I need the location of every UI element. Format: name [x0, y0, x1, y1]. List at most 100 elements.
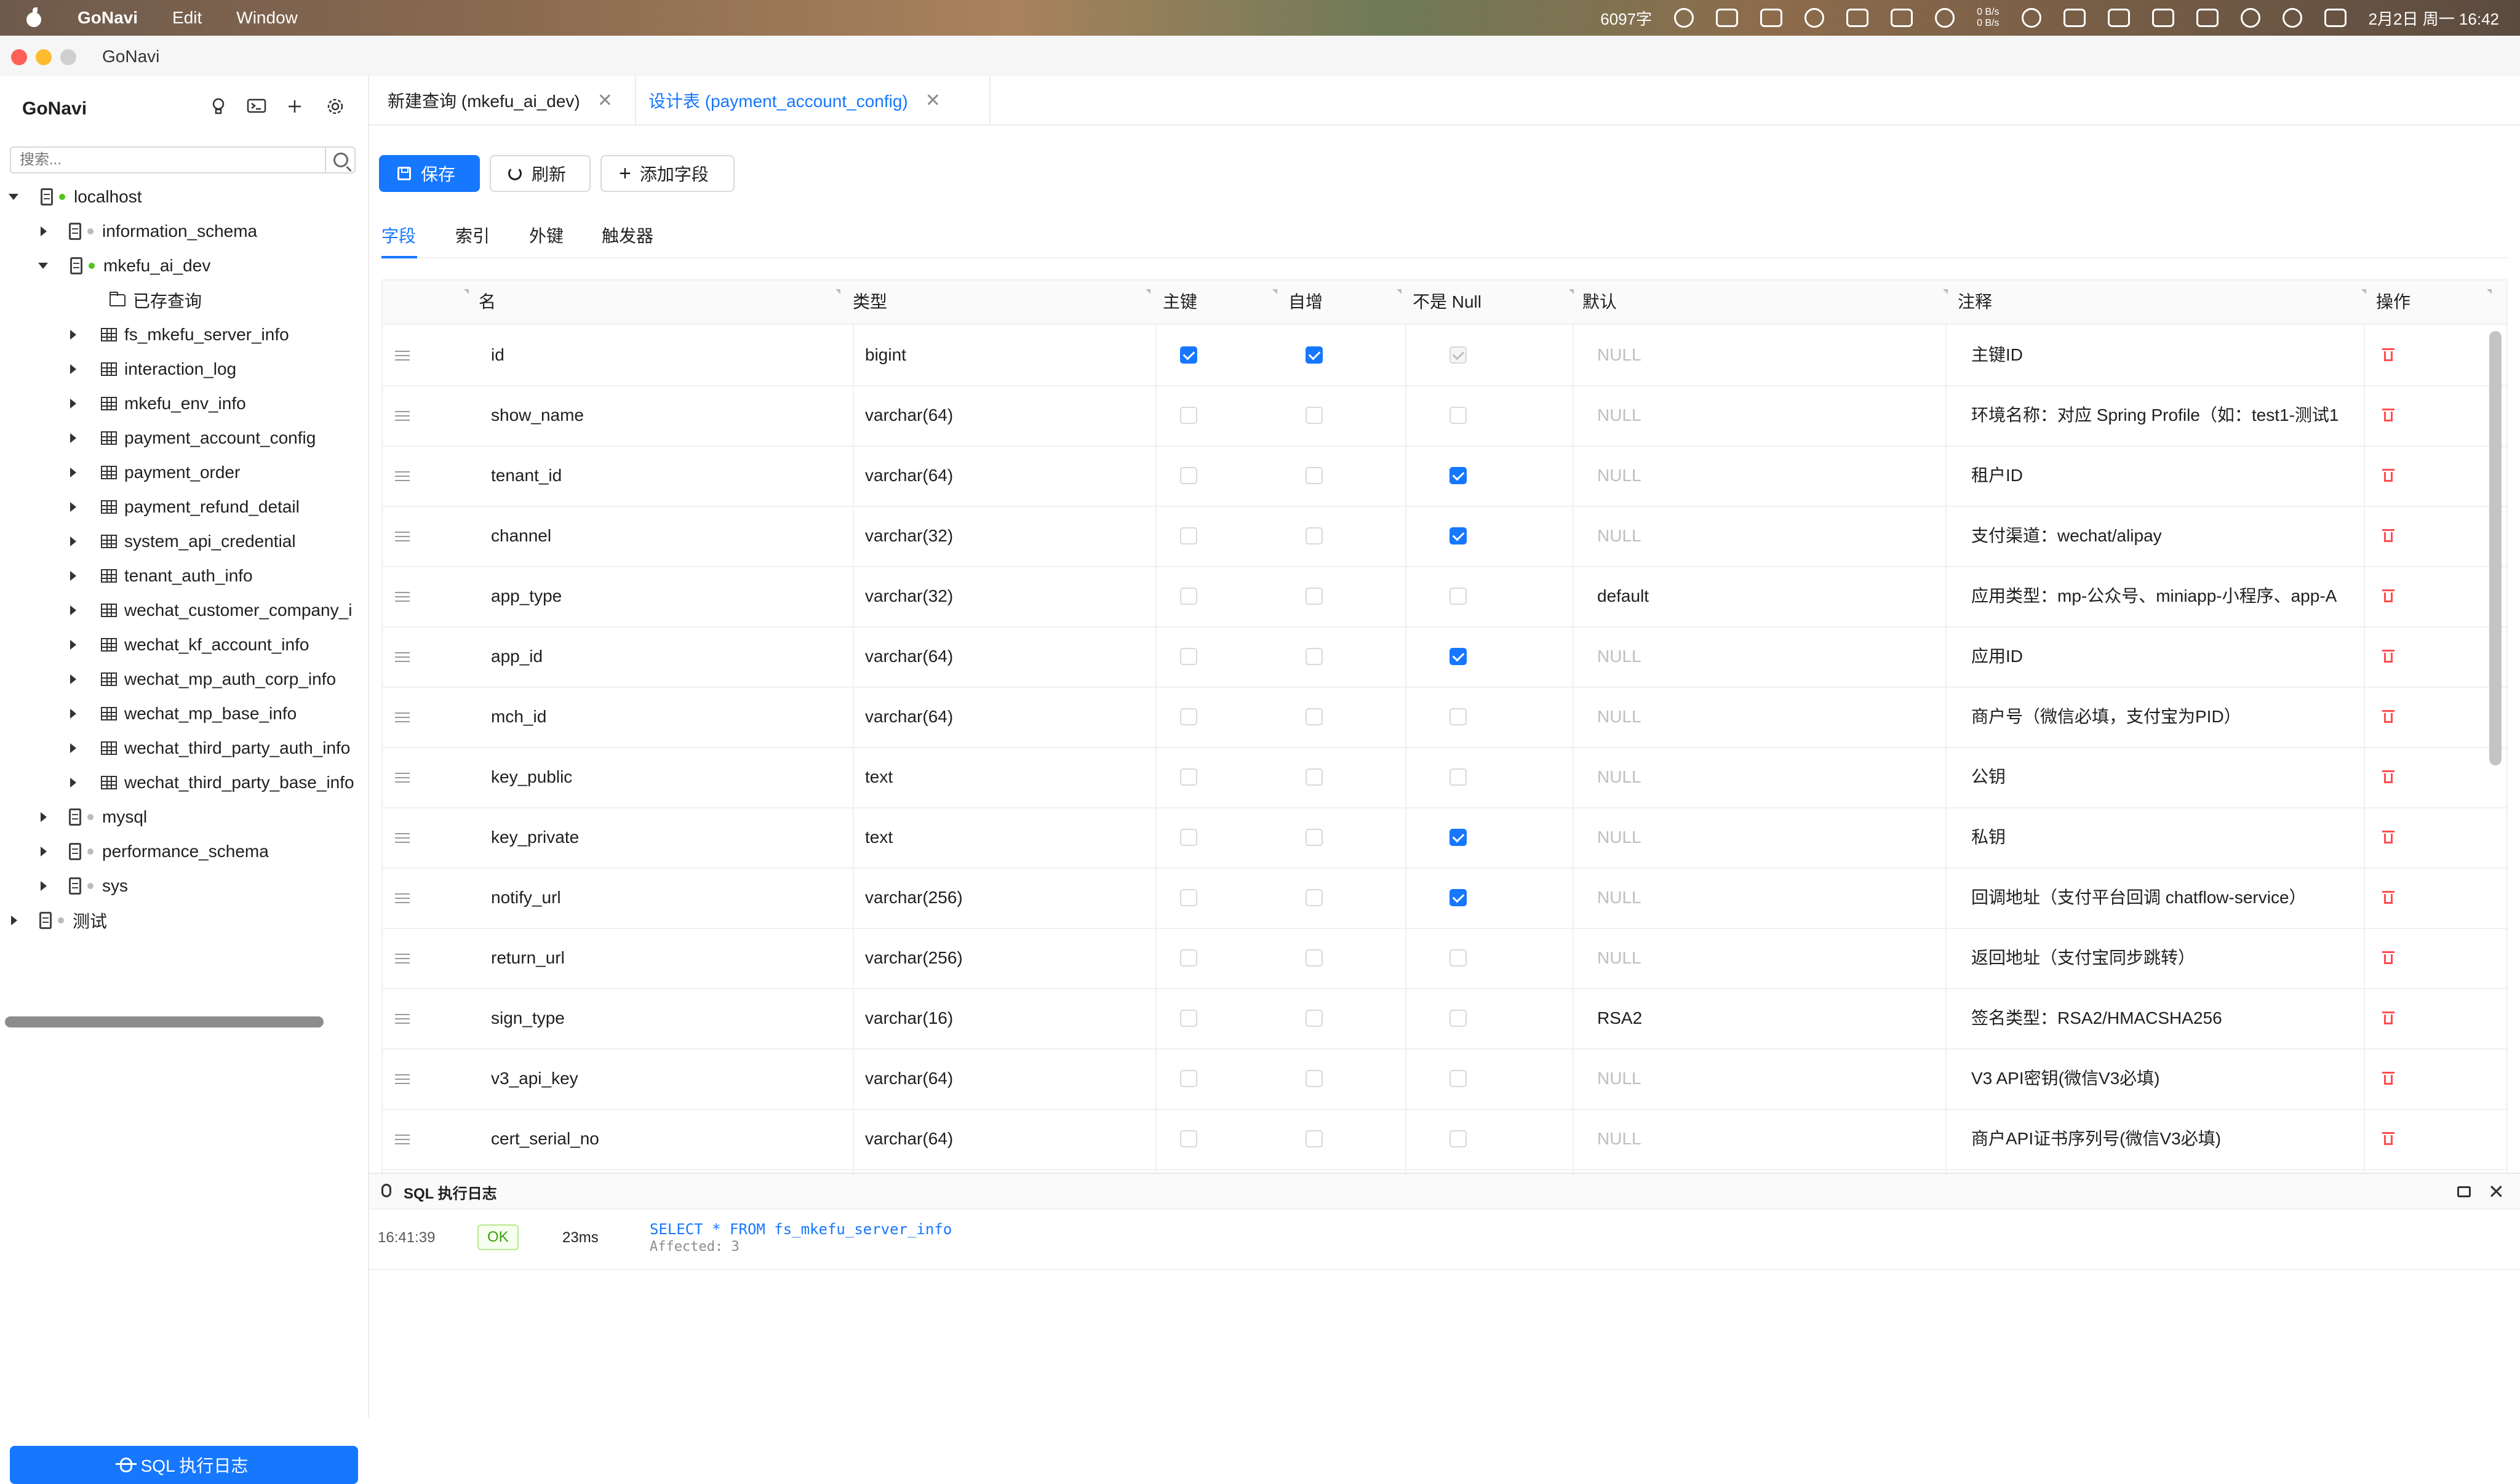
auto-increment-checkbox[interactable] [1306, 346, 1323, 364]
auto-increment-checkbox[interactable] [1306, 588, 1323, 605]
auto-increment-checkbox[interactable] [1306, 1130, 1323, 1147]
default-value-cell[interactable]: NULL [1597, 1048, 1929, 1109]
clear-log-icon[interactable] [2457, 1186, 2471, 1197]
table-row[interactable]: id bigint NULL 主键ID [383, 325, 2506, 386]
comment-cell[interactable]: 应用ID [1971, 626, 2356, 687]
tree-node-table[interactable]: wechat_mp_base_info [0, 696, 368, 731]
resize-handle[interactable] [464, 289, 469, 294]
delete-row-icon[interactable] [2382, 1071, 2394, 1085]
not-null-checkbox[interactable] [1449, 949, 1467, 967]
caret-right-icon[interactable] [11, 916, 17, 925]
caret-right-icon[interactable] [70, 674, 76, 684]
tree-node-table[interactable]: fs_mkefu_server_info [0, 317, 368, 352]
caret-right-icon[interactable] [70, 330, 76, 340]
tree-node-table[interactable]: system_api_credential [0, 524, 368, 559]
field-type-cell[interactable]: varchar(64) [865, 1048, 1148, 1109]
col-header-pk[interactable]: 主键 [1155, 281, 1205, 324]
drag-handle-icon[interactable] [395, 954, 410, 963]
tree-node-localhost[interactable]: localhost [0, 180, 368, 214]
default-value-cell[interactable]: NULL [1597, 325, 1929, 385]
subtab-triggers[interactable]: 触发器 [602, 223, 653, 247]
not-null-checkbox[interactable] [1449, 889, 1467, 906]
default-value-cell[interactable]: NULL [1597, 385, 1929, 445]
delete-row-icon[interactable] [2382, 588, 2394, 603]
comment-cell[interactable]: 回调地址（支付平台回调 chatflow-service） [1971, 868, 2356, 928]
drag-handle-icon[interactable] [395, 773, 410, 783]
spotlight-icon[interactable] [2282, 8, 2302, 28]
delete-row-icon[interactable] [2382, 769, 2394, 784]
caret-right-icon[interactable] [41, 812, 47, 822]
wechat-icon[interactable] [1804, 8, 1825, 28]
pk-checkbox[interactable] [1180, 527, 1197, 545]
caret-right-icon[interactable] [41, 881, 47, 891]
table-row[interactable]: v3_api_key varchar(64) NULL V3 API密钥(微信V3必填… [383, 1048, 2506, 1110]
subtab-indexes[interactable]: 索引 [455, 223, 490, 247]
caret-right-icon[interactable] [70, 364, 76, 374]
caret-down-icon[interactable] [38, 263, 48, 269]
table-row[interactable]: return_url varchar(256) NULL 返回地址（支付宝同步跳转） [383, 928, 2506, 989]
pk-checkbox[interactable] [1180, 1070, 1197, 1087]
field-type-cell[interactable]: varchar(32) [865, 566, 1148, 626]
resize-handle[interactable] [1397, 289, 1402, 294]
resize-handle[interactable] [1272, 289, 1277, 294]
drag-handle-icon[interactable] [395, 1014, 410, 1024]
drag-handle-icon[interactable] [395, 532, 410, 541]
pk-checkbox[interactable] [1180, 1010, 1197, 1027]
tree-node-table[interactable]: wechat_mp_auth_corp_info [0, 662, 368, 696]
field-name-cell[interactable]: v3_api_key [491, 1048, 835, 1109]
caret-right-icon[interactable] [70, 709, 76, 719]
field-name-cell[interactable]: mch_id [491, 687, 835, 747]
field-type-cell[interactable]: text [865, 807, 1148, 868]
not-null-checkbox[interactable] [1449, 708, 1467, 725]
resize-handle[interactable] [2361, 289, 2366, 294]
add-field-button[interactable]: + 添加字段 [600, 155, 735, 192]
apple-icon[interactable] [25, 7, 43, 28]
delete-row-icon[interactable] [2382, 468, 2394, 482]
refresh-button[interactable]: 刷新 [490, 155, 591, 192]
auto-increment-checkbox[interactable] [1306, 467, 1323, 484]
input-method-icon[interactable] [1716, 9, 1739, 27]
comment-cell[interactable]: V3 API密钥(微信V3必填) [1971, 1048, 2356, 1109]
field-name-cell[interactable]: cert_serial_no [491, 1109, 835, 1169]
drag-handle-icon[interactable] [395, 712, 410, 722]
table-row[interactable]: app_type varchar(32) default 应用类型：mp-公众号、mi… [383, 566, 2506, 628]
drag-handle-icon[interactable] [395, 351, 410, 361]
drag-handle-icon[interactable] [395, 833, 410, 843]
close-tab-icon[interactable]: ✕ [597, 90, 613, 111]
menu-app-name[interactable]: GoNavi [78, 8, 138, 28]
grid-vertical-scrollbar[interactable] [2489, 331, 2502, 765]
default-value-cell[interactable]: NULL [1597, 687, 1929, 747]
drag-handle-icon[interactable] [395, 1074, 410, 1084]
drag-handle-icon[interactable] [395, 893, 410, 903]
pk-checkbox[interactable] [1180, 467, 1197, 484]
field-type-cell[interactable]: varchar(64) [865, 687, 1148, 747]
field-name-cell[interactable]: id [491, 325, 835, 385]
field-name-cell[interactable]: key_private [491, 807, 835, 868]
drag-handle-icon[interactable] [395, 592, 410, 602]
field-type-cell[interactable]: varchar(16) [865, 988, 1148, 1048]
save-button[interactable]: 保存 [379, 155, 480, 192]
tree-node-table[interactable]: payment_refund_detail [0, 490, 368, 524]
default-value-cell[interactable]: default [1597, 566, 1929, 626]
field-name-cell[interactable]: tenant_id [491, 445, 835, 506]
log-sql[interactable]: SELECT * FROM fs_mkefu_server_info [650, 1221, 952, 1238]
field-type-cell[interactable]: varchar(64) [865, 626, 1148, 687]
auto-increment-checkbox[interactable] [1306, 829, 1323, 846]
drag-handle-icon[interactable] [395, 411, 410, 421]
emoji-icon[interactable] [1674, 8, 1694, 28]
table-row[interactable]: mch_id varchar(64) NULL 商户号（微信必填，支付宝为PID） [383, 687, 2506, 748]
tree-node-database[interactable]: mkefu_ai_dev [0, 249, 368, 283]
caret-down-icon[interactable] [9, 194, 18, 200]
tree-node-table[interactable]: interaction_log [0, 352, 368, 386]
subtab-foreign-keys[interactable]: 外键 [529, 223, 564, 247]
caret-right-icon[interactable] [70, 605, 76, 615]
sync-icon[interactable] [2021, 8, 2041, 28]
field-type-cell[interactable]: varchar(256) [865, 928, 1148, 988]
field-name-cell[interactable]: app_type [491, 566, 835, 626]
resize-handle[interactable] [1943, 289, 1948, 294]
field-name-cell[interactable]: channel [491, 506, 835, 566]
tree-node-database[interactable]: performance_schema [0, 834, 368, 869]
resize-handle[interactable] [2487, 289, 2492, 294]
table-row[interactable]: show_name varchar(64) NULL 环境名称：对应 Spring P… [383, 385, 2506, 447]
not-null-checkbox[interactable] [1449, 527, 1467, 545]
